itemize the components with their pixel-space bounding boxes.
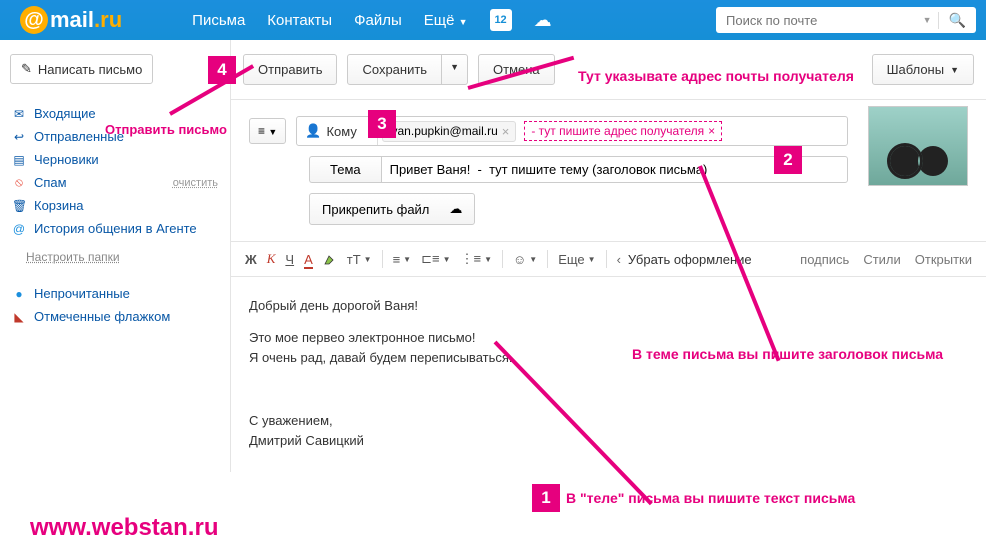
underline-button[interactable]: Ч [285,252,294,267]
folder-spam[interactable]: ⦸Спамочистить [4,171,226,194]
folder-agent[interactable]: @История общения в Агенте [4,217,226,240]
folder-trash[interactable]: 🗑Корзина [4,194,226,217]
to-field[interactable]: 👤Кому ivan.pupkin@mail.ru× - тут пишите … [296,116,848,146]
dot-icon: ● [12,287,26,301]
to-label: 👤Кому [297,117,378,145]
agent-icon: @ [12,222,26,236]
subject-label: Тема [309,156,381,183]
folder-sent[interactable]: ↩Отправленные [4,125,226,148]
folder-drafts[interactable]: ▤Черновики [4,148,226,171]
editor-toolbar: Ж К Ч А тТ▼ ≡▼ ⊏≡▼ ⋮≡▼ ☺▼ Еще▼ Убрать оф… [231,241,986,277]
compose-button[interactable]: ✎ Написать письмо [10,54,153,84]
nav-contacts[interactable]: Контакты [267,12,332,29]
body-line2: Я очень рад, давай будем переписываться. [249,349,968,367]
calendar-icon[interactable]: 12 [490,9,512,31]
flag-icon: ◣ [12,310,26,324]
compose-label: Написать письмо [38,62,142,77]
attach-button[interactable]: Прикрепить файл ☁ [309,193,475,225]
to-placeholder-hint: - тут пишите адрес получателя × [524,121,722,141]
logo-at-icon: @ [20,6,48,34]
save-dropdown[interactable]: ▼ [442,54,468,85]
folder-unread[interactable]: ●Непрочитанные [4,282,226,305]
spam-icon: ⦸ [12,175,26,190]
indent-button[interactable]: ⊏≡▼ [421,251,450,267]
italic-button[interactable]: К [267,251,276,267]
configure-folders[interactable]: Настроить папки [4,246,226,268]
compose-icon: ✎ [21,61,32,77]
envelope-icon: ✉ [12,107,26,121]
body-sign2: Дмитрий Савицкий [249,432,968,450]
search-dropdown-icon[interactable]: ▼ [917,15,938,25]
emoji-button[interactable]: ☺▼ [513,252,537,267]
compose-toolbar: Отправить Сохранить ▼ Отмена Шаблоны ▼ [231,40,986,100]
compose-panel: Отправить Сохранить ▼ Отмена Шаблоны ▼ ≡… [230,40,986,472]
nav-letters[interactable]: Письма [192,12,245,29]
logo[interactable]: @ mail.ru [10,6,132,34]
cards-link[interactable]: Открытки [915,252,972,267]
remove-formatting-button[interactable]: Убрать оформление [617,252,752,267]
signature-link[interactable]: подпись [800,252,849,267]
list-button[interactable]: ⋮≡▼ [460,251,492,267]
folder-inbox[interactable]: ✉Входящие [4,102,226,125]
cloud-icon[interactable]: ☁ [534,10,552,31]
search-icon[interactable]: 🔍 [938,12,976,29]
nav-files[interactable]: Файлы [354,12,402,29]
text-color-button[interactable]: А [304,252,313,267]
annotation-text-1: В "теле" письма вы пишите текст письма [566,490,855,506]
fields-toggle[interactable]: ≡ ▼ [249,118,286,144]
more-button[interactable]: Еще▼ [558,252,595,267]
remove-chip-icon[interactable]: × [502,124,510,139]
bold-button[interactable]: Ж [245,252,257,267]
body-sign1: С уважением, [249,412,968,430]
search-input[interactable] [716,13,917,28]
logo-mail: mail [50,7,94,32]
align-button[interactable]: ≡▼ [393,252,412,267]
body-line1: Это мое первео электронное письмо! [249,329,968,347]
search-box[interactable]: ▼ 🔍 [716,7,976,33]
highlight-button[interactable] [323,252,337,266]
styles-link[interactable]: Стили [863,252,900,267]
send-button[interactable]: Отправить [243,54,337,85]
to-chip[interactable]: ivan.pupkin@mail.ru× [382,121,517,142]
watermark: www.webstan.ru [30,514,218,542]
reply-icon: ↩ [12,130,26,144]
cloud-attach-icon: ☁ [449,201,462,217]
top-nav: Письма Контакты Файлы Ещё ▼ 12 ☁ [192,9,551,31]
subject-input[interactable] [381,156,848,183]
message-body[interactable]: Добрый день дорогой Ваня! Это мое первео… [231,277,986,472]
trash-icon: 🗑 [12,199,26,213]
body-greeting: Добрый день дорогой Ваня! [249,297,968,315]
logo-ru: .ru [94,7,122,32]
attachment-preview[interactable] [868,106,968,186]
templates-menu[interactable]: Шаблоны ▼ [872,54,974,85]
save-button[interactable]: Сохранить [347,54,442,85]
topbar: @ mail.ru Письма Контакты Файлы Ещё ▼ 12… [0,0,986,40]
draft-icon: ▤ [12,153,26,167]
annotation-marker-1: 1 [532,484,560,512]
clear-spam[interactable]: очистить [173,177,218,189]
folder-flagged[interactable]: ◣Отмеченные флажком [4,305,226,328]
font-size-button[interactable]: тТ▼ [347,252,372,267]
nav-more[interactable]: Ещё ▼ [424,12,468,29]
sidebar: ✎ Написать письмо ✉Входящие ↩Отправленны… [0,40,230,472]
